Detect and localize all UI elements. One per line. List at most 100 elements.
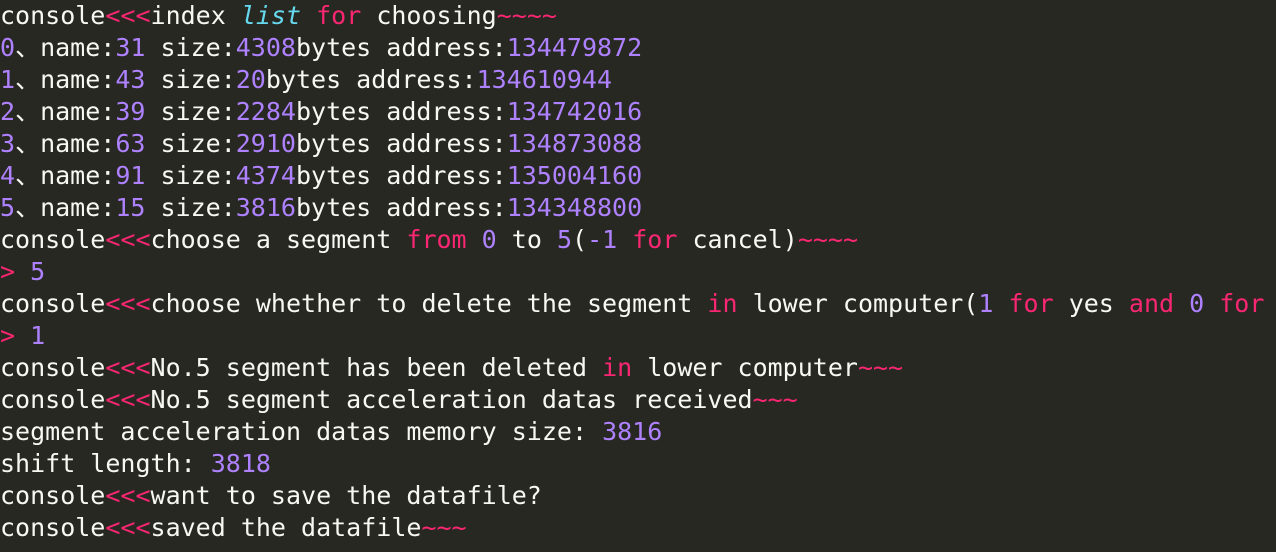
- console-output: console<<<index list for choosing~~~~ 0、n…: [0, 0, 1276, 552]
- console-token: size:: [145, 33, 236, 62]
- console-token: ~~~: [857, 353, 904, 382]
- console-token: <<<: [105, 385, 151, 414]
- console-token: bytes address:: [295, 129, 507, 158]
- console-token: to: [496, 225, 557, 254]
- console-token: bytes address:: [265, 65, 477, 94]
- console-token: 135004160: [506, 161, 643, 190]
- console-token: choosing: [361, 1, 497, 30]
- console-token: 、name:: [15, 65, 116, 94]
- console-token: <<<: [105, 289, 151, 318]
- console-token: 63: [115, 129, 146, 158]
- console-token: [301, 1, 316, 30]
- console-token: 、name:: [15, 193, 116, 222]
- console-token: and: [1128, 289, 1175, 318]
- console-token: 134742016: [506, 97, 643, 126]
- console-token: [1204, 289, 1219, 318]
- console-line: > 1: [0, 320, 1276, 352]
- console-token: choose whether to delete the segment: [150, 289, 708, 318]
- console-token: [15, 321, 30, 350]
- console-token: <<<: [105, 225, 151, 254]
- console-token: 15: [115, 193, 146, 222]
- console-token: segment acceleration datas memory size:: [0, 417, 603, 446]
- console-line: console<<<No.5 segment acceleration data…: [0, 384, 1276, 416]
- console-token: console: [0, 289, 106, 318]
- console-line: segment acceleration datas memory size: …: [0, 416, 1276, 448]
- console-token: 4: [0, 161, 16, 190]
- console-token: ~~~: [752, 385, 798, 414]
- console-token: 0: [481, 225, 497, 254]
- console-token: lower computer(: [737, 289, 979, 318]
- console-token: console: [0, 481, 106, 510]
- console-token: size:: [145, 161, 236, 190]
- console-token: ~~~~: [797, 225, 859, 254]
- console-token: 3816: [602, 417, 663, 446]
- console-token: 、name:: [15, 161, 116, 190]
- console-token: >: [0, 257, 16, 286]
- console-token: 2910: [235, 129, 296, 158]
- console-token: 4308: [235, 33, 296, 62]
- console-token: 0: [1189, 289, 1205, 318]
- console-token: <<<: [105, 1, 151, 30]
- console-token: bytes address:: [295, 97, 507, 126]
- console-line: > 5: [0, 256, 1276, 288]
- console-token: from: [406, 225, 467, 254]
- console-token: 39: [115, 97, 146, 126]
- console-token: choose a segment: [150, 225, 407, 254]
- console-token: want to save the datafile?: [150, 481, 542, 510]
- console-token: (: [572, 225, 588, 254]
- console-token: 4374: [235, 161, 296, 190]
- console-line: 3、name:63 size:2910bytes address:1348730…: [0, 128, 1276, 160]
- console-token: size:: [145, 65, 236, 94]
- console-token: [15, 257, 30, 286]
- console-token: size:: [145, 129, 236, 158]
- console-token: 31: [115, 33, 146, 62]
- console-token: 0: [0, 33, 16, 62]
- console-token: saved the datafile: [150, 513, 422, 542]
- console-token: for: [632, 225, 678, 254]
- console-token: No.5 segment acceleration datas received: [150, 385, 753, 414]
- console-token: console: [0, 353, 106, 382]
- console-token: in: [602, 353, 633, 382]
- console-token: [617, 225, 632, 254]
- console-token: shift length:: [0, 449, 211, 478]
- console-token: bytes address:: [295, 33, 507, 62]
- console-token: -1: [587, 225, 618, 254]
- console-token: 134873088: [506, 129, 643, 158]
- console-token: 1: [978, 289, 994, 318]
- console-token: No.5 segment has been deleted: [150, 353, 603, 382]
- console-line: 1、name:43 size:20bytes address:134610944: [0, 64, 1276, 96]
- console-token: bytes address:: [295, 161, 507, 190]
- console-token: [1174, 289, 1189, 318]
- console-line: console<<<saved the datafile~~~: [0, 512, 1276, 544]
- console-token: console: [0, 225, 106, 254]
- console-token: [467, 225, 482, 254]
- console-token: 5: [556, 225, 573, 254]
- console-token: 2284: [235, 97, 296, 126]
- console-line: console<<<choose whether to delete the s…: [0, 288, 1276, 320]
- console-token: 91: [115, 161, 146, 190]
- console-token: 3: [0, 129, 16, 158]
- console-token: cancel): [677, 225, 798, 254]
- console-token: for: [316, 1, 362, 30]
- console-token: 、name:: [15, 129, 116, 158]
- console-line: console<<<want to save the datafile?: [0, 480, 1276, 512]
- console-token: 134610944: [476, 65, 613, 94]
- console-token: bytes address:: [295, 193, 507, 222]
- console-token: >: [0, 321, 16, 350]
- console-token: console: [0, 1, 106, 30]
- console-token: lower computer: [632, 353, 858, 382]
- console-line: 2、name:39 size:2284bytes address:1347420…: [0, 96, 1276, 128]
- console-token: list: [240, 1, 302, 30]
- console-token: 、name:: [15, 97, 116, 126]
- console-token: 134479872: [506, 33, 643, 62]
- console-line: shift length: 3818: [0, 448, 1276, 480]
- console-token: 1: [0, 65, 16, 94]
- console-line: 5、name:15 size:3816bytes address:1343488…: [0, 192, 1276, 224]
- console-token: 3818: [210, 449, 271, 478]
- console-line: 0、name:31 size:4308bytes address:1344798…: [0, 32, 1276, 64]
- console-token: 43: [115, 65, 146, 94]
- console-token: 134348800: [506, 193, 643, 222]
- console-token: ~~~~: [496, 1, 557, 30]
- console-token: <<<: [105, 513, 151, 542]
- console-line: console<<<choose a segment from 0 to 5(-…: [0, 224, 1276, 256]
